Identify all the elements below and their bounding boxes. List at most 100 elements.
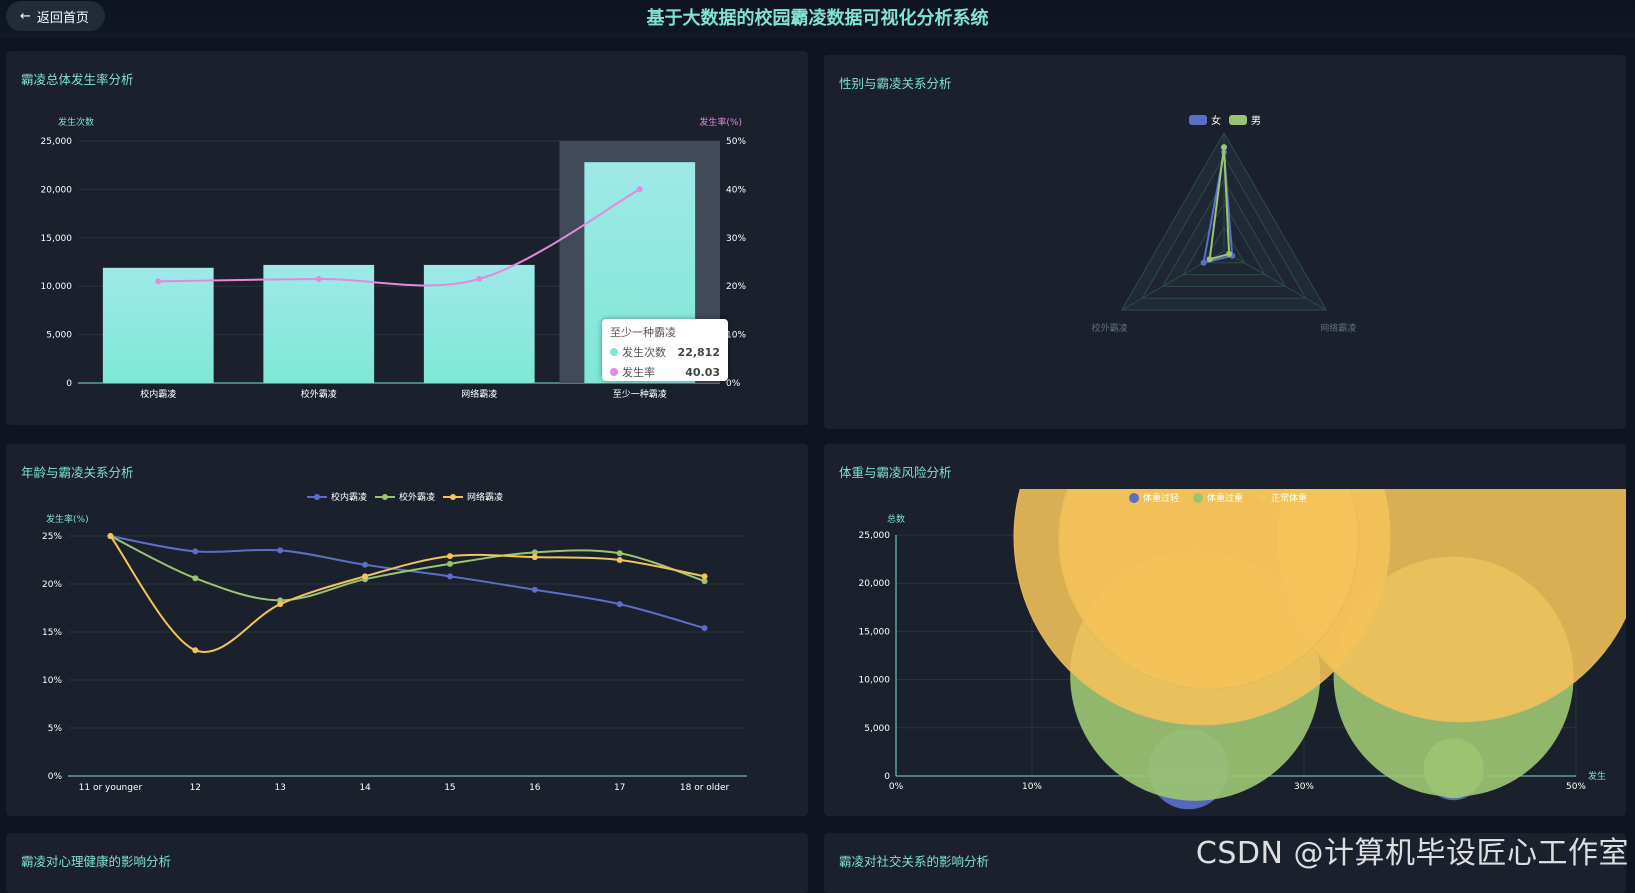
line-point bbox=[702, 625, 708, 631]
y-tick-label: 25,000 bbox=[859, 531, 891, 541]
line-point bbox=[637, 186, 643, 192]
line-point bbox=[362, 573, 368, 579]
x-tick-label: 18 or older bbox=[680, 783, 730, 793]
legend-label: 网络霸凌 bbox=[467, 491, 503, 503]
tooltip-title: 至少一种霸凌 bbox=[610, 324, 720, 340]
line-point bbox=[316, 276, 322, 282]
bubble bbox=[1424, 738, 1484, 798]
y2-tick-label: 50% bbox=[726, 137, 746, 147]
line-point bbox=[532, 554, 538, 560]
radar-chart[interactable]: 校外霸凌网络霸凌女男 bbox=[824, 55, 1626, 429]
y-tick-label: 10,000 bbox=[41, 282, 73, 292]
tooltip-row: 发生率 40.03 bbox=[610, 364, 720, 380]
y-tick-label: 5,000 bbox=[46, 331, 72, 341]
panel-gender: 性别与霸凌关系分析 校外霸凌网络霸凌女男 bbox=[824, 55, 1626, 429]
y-tick-label: 15,000 bbox=[859, 627, 891, 637]
panel-title: 霸凌对社交关系的影响分析 bbox=[839, 851, 989, 870]
radar-point bbox=[1201, 260, 1207, 266]
x-tick-label: 12 bbox=[190, 783, 201, 793]
y2-tick-label: 0% bbox=[726, 379, 741, 389]
y-tick-label: 25% bbox=[42, 532, 62, 542]
y-tick-label: 5,000 bbox=[864, 724, 890, 734]
top-bar: ← 返回首页 基于大数据的校园霸凌数据可视化分析系统 bbox=[0, 0, 1635, 38]
legend-marker bbox=[1129, 493, 1139, 503]
y-axis-title: 总数 bbox=[887, 513, 905, 525]
line-point bbox=[447, 553, 453, 559]
radar-indicator-label: 校外霸凌 bbox=[1092, 322, 1128, 334]
line-point bbox=[447, 573, 453, 579]
panel-weight: 体重与霸凌风险分析 总数05,00010,00015,00020,00025,0… bbox=[824, 444, 1626, 816]
line-point bbox=[107, 533, 113, 539]
radar-indicator-label: 网络霸凌 bbox=[1320, 322, 1356, 334]
line-point bbox=[277, 547, 283, 553]
line-point bbox=[617, 550, 623, 556]
y-tick-label: 10,000 bbox=[859, 676, 891, 686]
radar-point bbox=[1207, 256, 1213, 262]
series-line bbox=[110, 536, 704, 628]
x-tick-label: 14 bbox=[359, 783, 371, 793]
series-line bbox=[110, 536, 704, 600]
legend-swatch bbox=[1189, 115, 1207, 125]
legend-label: 体重过轻 bbox=[1143, 492, 1179, 504]
x-tick-label: 17 bbox=[614, 783, 625, 793]
line-point bbox=[155, 278, 161, 284]
y-tick-label: 20,000 bbox=[41, 185, 73, 195]
page-title: 基于大数据的校园霸凌数据可视化分析系统 bbox=[0, 4, 1635, 30]
tooltip-value: 22,812 bbox=[678, 346, 720, 359]
x-tick-label: 13 bbox=[274, 783, 285, 793]
x-tick-label: 16 bbox=[529, 783, 541, 793]
y-tick-label: 0% bbox=[48, 772, 63, 782]
y-tick-label: 10% bbox=[42, 676, 62, 686]
y-tick-label: 20% bbox=[42, 580, 62, 590]
line-point bbox=[702, 573, 708, 579]
y-axis-title: 发生率(%) bbox=[46, 513, 89, 525]
y-tick-label: 15% bbox=[42, 628, 62, 638]
line-point bbox=[192, 575, 198, 581]
bubble-group bbox=[1014, 444, 1626, 809]
x-tick-label: 至少一种霸凌 bbox=[613, 388, 667, 400]
watermark: CSDN @计算机毕设匠心工作室 bbox=[1196, 828, 1629, 872]
tooltip-value: 40.03 bbox=[685, 366, 720, 379]
line-point bbox=[192, 548, 198, 554]
legend-marker bbox=[450, 494, 456, 500]
y-tick-label: 0 bbox=[884, 772, 890, 782]
x-axis-title: 发生 bbox=[1588, 770, 1606, 782]
legend-marker bbox=[314, 494, 320, 500]
series-dot bbox=[610, 368, 618, 376]
x-tick-label: 15 bbox=[444, 783, 455, 793]
chart-tooltip: 至少一种霸凌 发生次数 22,812 发生率 40.03 bbox=[602, 319, 728, 381]
legend-label: 校内霸凌 bbox=[331, 491, 367, 503]
line-point bbox=[617, 557, 623, 563]
line-point bbox=[532, 587, 538, 593]
x-tick-label: 网络霸凌 bbox=[461, 388, 497, 400]
radar-point bbox=[1221, 144, 1227, 150]
legend-marker bbox=[1193, 493, 1203, 503]
line-point bbox=[476, 276, 482, 282]
x-tick-label: 0% bbox=[889, 782, 904, 792]
line-point bbox=[362, 562, 368, 568]
line-chart[interactable]: 发生率(%)0%5%10%15%20%25%11 or younger12131… bbox=[6, 444, 808, 816]
y2-tick-label: 40% bbox=[726, 185, 746, 195]
y-tick-label: 25,000 bbox=[41, 137, 73, 147]
line-point bbox=[447, 561, 453, 567]
x-tick-label: 校外霸凌 bbox=[301, 388, 337, 400]
tooltip-label: 发生次数 bbox=[622, 344, 666, 360]
line-point bbox=[617, 601, 623, 607]
legend-label: 体重过重 bbox=[1207, 492, 1243, 504]
legend-label: 校外霸凌 bbox=[399, 491, 435, 503]
bubble-chart[interactable]: 总数 0 5,000 10,000 15,000 20,000 25,000 0% 10% 30%… bbox=[824, 444, 1626, 816]
bar bbox=[103, 268, 214, 383]
y-tick-label: 0 bbox=[66, 379, 72, 389]
x-tick-label: 11 or younger bbox=[79, 783, 143, 793]
x-tick-label: 50% bbox=[1566, 782, 1586, 792]
x-tick-label: 30% bbox=[1294, 782, 1314, 792]
legend-swatch bbox=[1229, 115, 1247, 125]
y2-tick-label: 30% bbox=[726, 234, 746, 244]
y-tick-label: 20,000 bbox=[859, 579, 891, 589]
legend-marker bbox=[1257, 493, 1267, 503]
x-tick-label: 10% bbox=[1022, 782, 1042, 792]
tooltip-row: 发生次数 22,812 bbox=[610, 344, 720, 360]
y2-tick-label: 10% bbox=[726, 331, 746, 341]
y-tick-label: 15,000 bbox=[41, 234, 73, 244]
series-dot bbox=[610, 348, 618, 356]
